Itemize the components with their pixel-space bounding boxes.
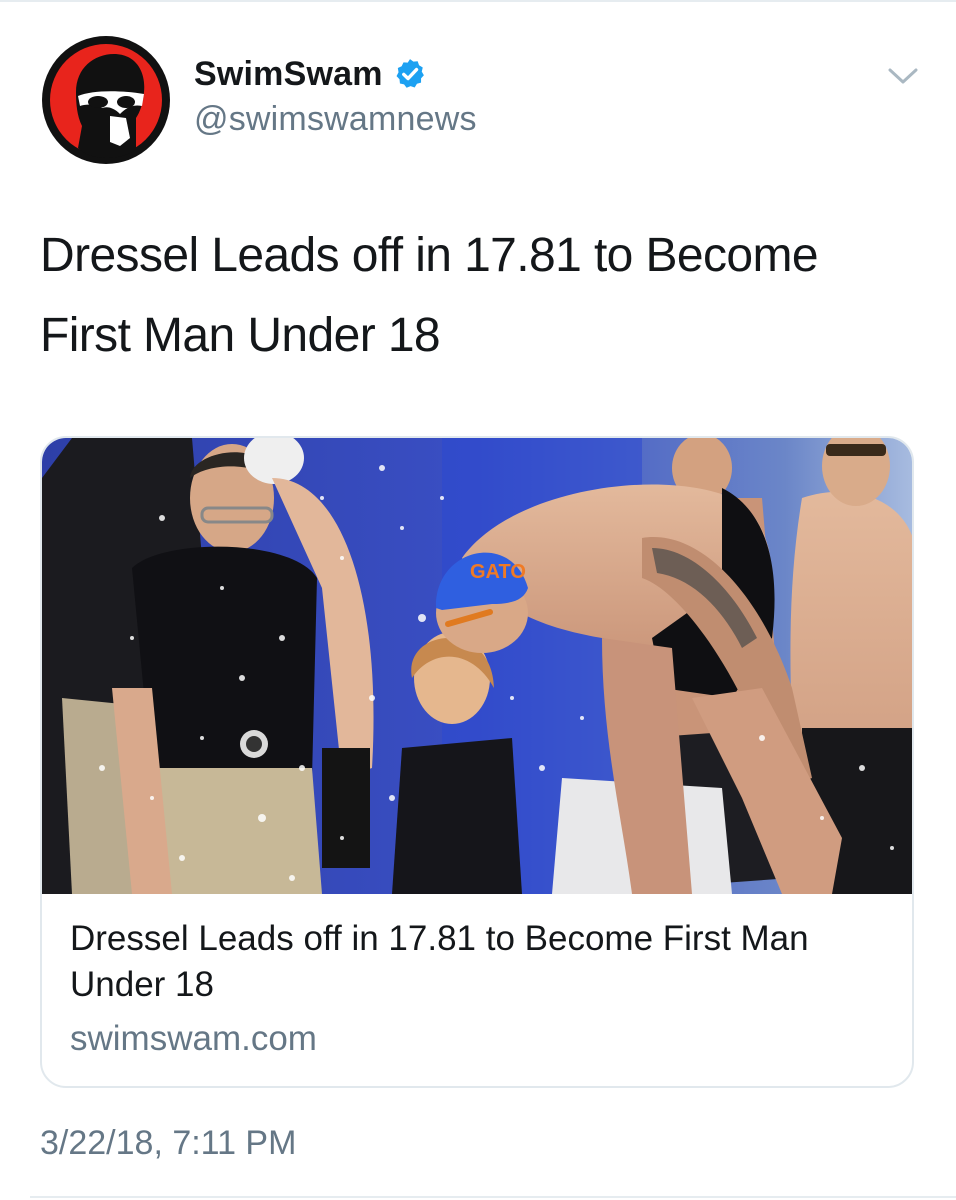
top-divider: [0, 0, 956, 2]
chevron-down-icon[interactable]: [884, 62, 922, 90]
verified-badge-icon: [396, 59, 424, 88]
tweet-text: Dressel Leads off in 17.81 to Become Fir…: [40, 229, 819, 362]
author-handle[interactable]: @swimswamnews: [194, 100, 477, 139]
author-name-row: SwimSwam: [194, 52, 427, 96]
link-preview-card[interactable]: GATO Dressel Leads off in 17.81 to Becom…: [40, 436, 914, 1088]
cap-text: GATO: [470, 561, 526, 583]
card-domain[interactable]: swimswam.com: [70, 1016, 317, 1062]
tweet-timestamp[interactable]: 3/22/18, 7:11 PM: [40, 1120, 296, 1166]
bottom-divider: [30, 1196, 956, 1198]
card-title[interactable]: Dressel Leads off in 17.81 to Become Fir…: [70, 916, 890, 1008]
author-display-name[interactable]: SwimSwam: [194, 55, 383, 94]
swimmer-start-photo: GATO: [42, 438, 912, 894]
swimswam-logo-icon[interactable]: [40, 34, 172, 166]
